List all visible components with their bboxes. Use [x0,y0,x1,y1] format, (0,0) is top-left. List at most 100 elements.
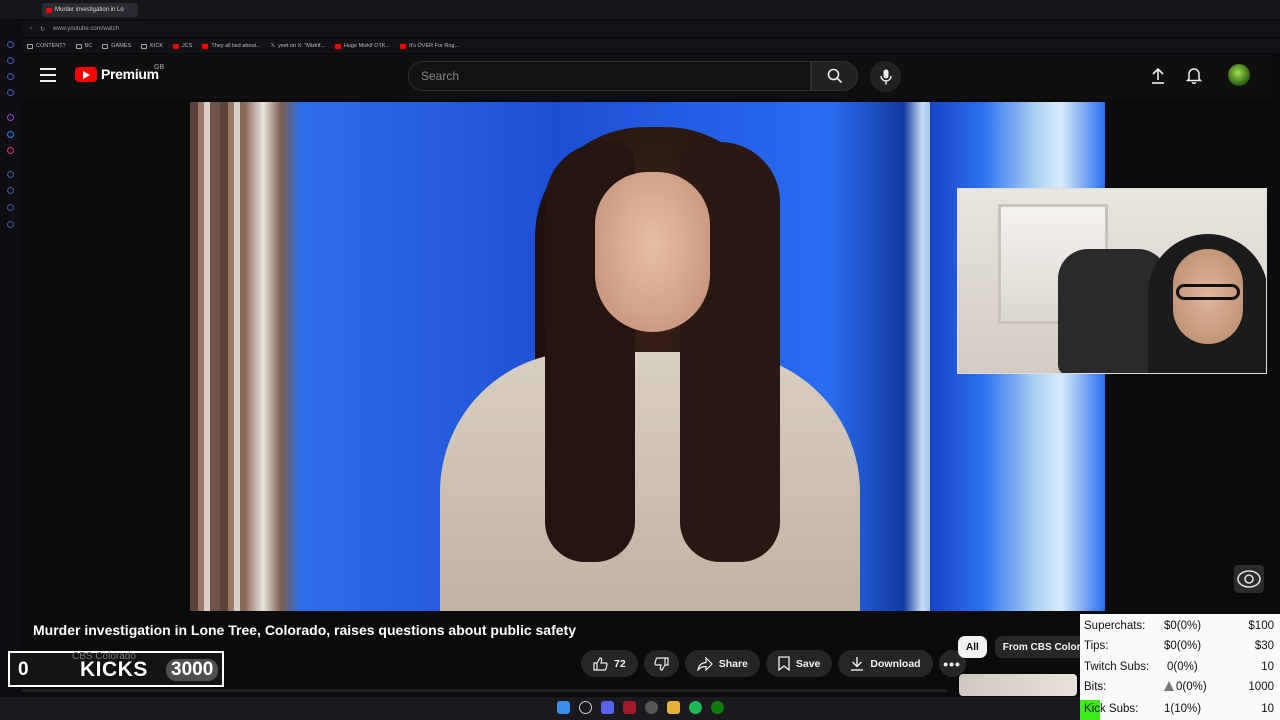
tab-title: Murder investigation in Lo [55,7,124,13]
sidebar-app-icon[interactable] [7,171,14,178]
url-text[interactable]: www.youtube.com/watch [53,26,119,32]
messenger-icon[interactable] [7,131,14,138]
bookmark-label: yeet on X: "Mizkif... [278,43,325,49]
opera-icon[interactable] [623,701,636,714]
obs-icon[interactable] [645,701,658,714]
youtube-logo[interactable]: Premium [75,66,159,82]
instagram-icon[interactable] [7,147,14,154]
notifications-button[interactable] [1185,67,1203,89]
search-icon [827,68,842,84]
save-label: Save [795,657,821,670]
stats-value: $0(0%) [1164,640,1202,652]
sidebar-app-icon[interactable] [7,89,14,96]
sidebar-app-icon[interactable] [7,57,14,64]
history-icon[interactable] [7,187,14,194]
stats-goal: 10 [1261,703,1274,715]
bits-icon [1164,681,1174,691]
like-count: 72 [614,657,626,670]
stats-label: Superchats: [1084,620,1146,632]
microphone-icon [879,69,892,84]
bookmark-label: Huge Mizkif OTK... [343,43,391,49]
download-icon [851,657,864,671]
twitch-icon[interactable] [7,114,14,121]
stats-goal: $30 [1254,640,1274,652]
search-placeholder: Search [421,69,460,83]
recommended-video-thumbnail[interactable] [959,674,1077,696]
bookmark-item[interactable]: 𝕏yeet on X: "Mizkif... [271,43,325,49]
folder-icon [102,43,109,49]
stats-row-kick-subs: Kick Subs: 1(10%) 10 [1084,700,1280,718]
youtube-play-icon [75,66,97,82]
search-input[interactable]: Search [408,61,811,91]
stats-label: Kick Subs: [1084,703,1139,715]
bookmark-item[interactable]: KICK [141,43,163,49]
back-icon[interactable]: ‹ [30,26,32,32]
stream-stats-panel: Superchats: $0(0%) $100 Tips: $0(0%) $30… [1080,614,1280,720]
search-button[interactable] [811,61,858,91]
stats-goal: 1000 [1248,681,1274,693]
bookmarks-bar: CONTENT? BC GAMES KICK JCS They all lied… [22,39,1280,53]
browser-sidebar [0,19,22,720]
stats-row-bits: Bits: 0(0%) 1000 [1084,678,1280,696]
cbs-eye-logo-icon [1234,565,1264,593]
save-button[interactable]: Save [765,650,833,677]
spotify-icon[interactable] [689,701,702,714]
bookmark-label: JCS [182,43,193,49]
xbox-icon[interactable] [711,701,724,714]
stats-label: Tips: [1084,640,1109,652]
news-anchor-face [595,172,710,332]
bookmark-label: GAMES [111,43,132,49]
start-menu-icon[interactable] [557,701,570,714]
search-icon[interactable] [579,701,592,714]
logo-region: GB [154,64,165,71]
stats-value: 0(0%) [1176,681,1207,693]
recommendation-chips: All From CBS Colora [958,636,1095,658]
stats-value: 0(0%) [1167,661,1198,673]
settings-icon[interactable] [7,221,14,228]
download-button[interactable]: Download [838,650,933,677]
sidebar-app-icon[interactable] [7,204,14,211]
stats-value: $0(0%) [1164,620,1202,632]
voice-search-button[interactable] [870,61,901,92]
bookmark-label: It's OVER For Rog... [409,43,460,49]
youtube-favicon-icon [202,43,209,49]
youtube-favicon-icon [46,7,52,13]
kicks-count: 0 [18,659,29,680]
menu-icon[interactable] [40,68,56,82]
stats-goal: 10 [1261,661,1274,673]
kicks-goal-overlay: CBS Colorado 0 KICKS 3000 [8,651,224,687]
bookmark-item[interactable]: BC [75,43,92,49]
address-bar[interactable]: ‹ ↻ www.youtube.com/watch [22,21,1280,37]
streamer-glasses [1176,284,1240,300]
bookmark-item[interactable]: Huge Mizkif OTK... [334,43,391,49]
sidebar-app-icon[interactable] [7,41,14,48]
logo-text: Premium [101,66,159,82]
chip-all[interactable]: All [958,636,987,658]
stats-row-tips: Tips: $0(0%) $30 [1084,637,1280,655]
thumbs-down-icon [654,656,669,671]
like-button[interactable]: 72 [581,650,638,677]
bookmark-item[interactable]: JCS [173,43,192,49]
folder-icon [27,43,33,49]
bookmark-item[interactable]: GAMES [102,43,131,49]
browser-tab-active[interactable]: Murder investigation in Lo [42,3,138,17]
bookmark-label: They all lied about... [211,43,261,49]
upload-button[interactable] [1150,67,1166,89]
stats-row-superchats: Superchats: $0(0%) $100 [1084,617,1280,635]
dislike-button[interactable] [643,650,679,677]
share-icon [696,656,713,671]
file-explorer-icon[interactable] [667,701,680,714]
reload-icon[interactable]: ↻ [40,26,45,33]
x-logo-icon: 𝕏 [270,43,276,49]
stats-row-twitch-subs: Twitch Subs: 0(0%) 10 [1084,658,1280,676]
folder-icon [141,43,148,49]
bookmark-item[interactable]: It's OVER For Rog... [400,43,459,49]
share-button[interactable]: Share [684,650,760,677]
taskbar [0,697,1080,720]
sidebar-app-icon[interactable] [7,73,14,80]
bookmark-icon [778,656,790,671]
avatar[interactable] [1228,64,1250,86]
bookmark-item[interactable]: They all lied about... [202,43,261,49]
discord-icon[interactable] [601,701,614,714]
bookmark-item[interactable]: CONTENT? [27,43,66,49]
